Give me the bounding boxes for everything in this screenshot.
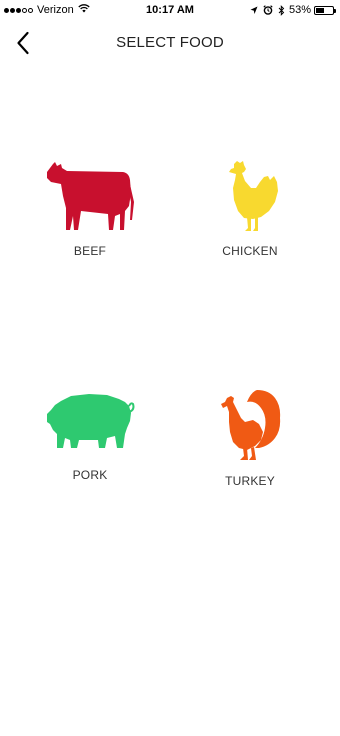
location-icon bbox=[250, 6, 258, 15]
nav-bar: SELECT FOOD bbox=[0, 22, 340, 64]
battery-percentage: 53% bbox=[288, 4, 311, 16]
food-option-pork[interactable]: PORK bbox=[30, 388, 150, 482]
status-bar: Verizon 10:17 AM 53% bbox=[0, 0, 340, 22]
cow-icon bbox=[47, 162, 134, 230]
turkey-icon bbox=[221, 390, 281, 460]
food-label-beef: BEEF bbox=[73, 244, 107, 258]
page-title: SELECT FOOD bbox=[116, 34, 224, 51]
status-right: 53% bbox=[245, 4, 336, 16]
bluetooth-icon bbox=[278, 4, 285, 16]
pig-icon bbox=[47, 394, 135, 448]
chicken-icon bbox=[229, 161, 278, 231]
food-label-turkey: TURKEY bbox=[225, 474, 275, 488]
food-label-pork: PORK bbox=[72, 468, 108, 482]
food-label-chicken: CHICKEN bbox=[222, 244, 278, 258]
battery-icon bbox=[314, 5, 336, 15]
food-option-turkey[interactable]: TURKEY bbox=[190, 388, 310, 488]
food-option-beef[interactable]: BEEF bbox=[30, 160, 150, 258]
food-option-chicken[interactable]: CHICKEN bbox=[190, 160, 310, 258]
alarm-icon bbox=[263, 5, 273, 15]
